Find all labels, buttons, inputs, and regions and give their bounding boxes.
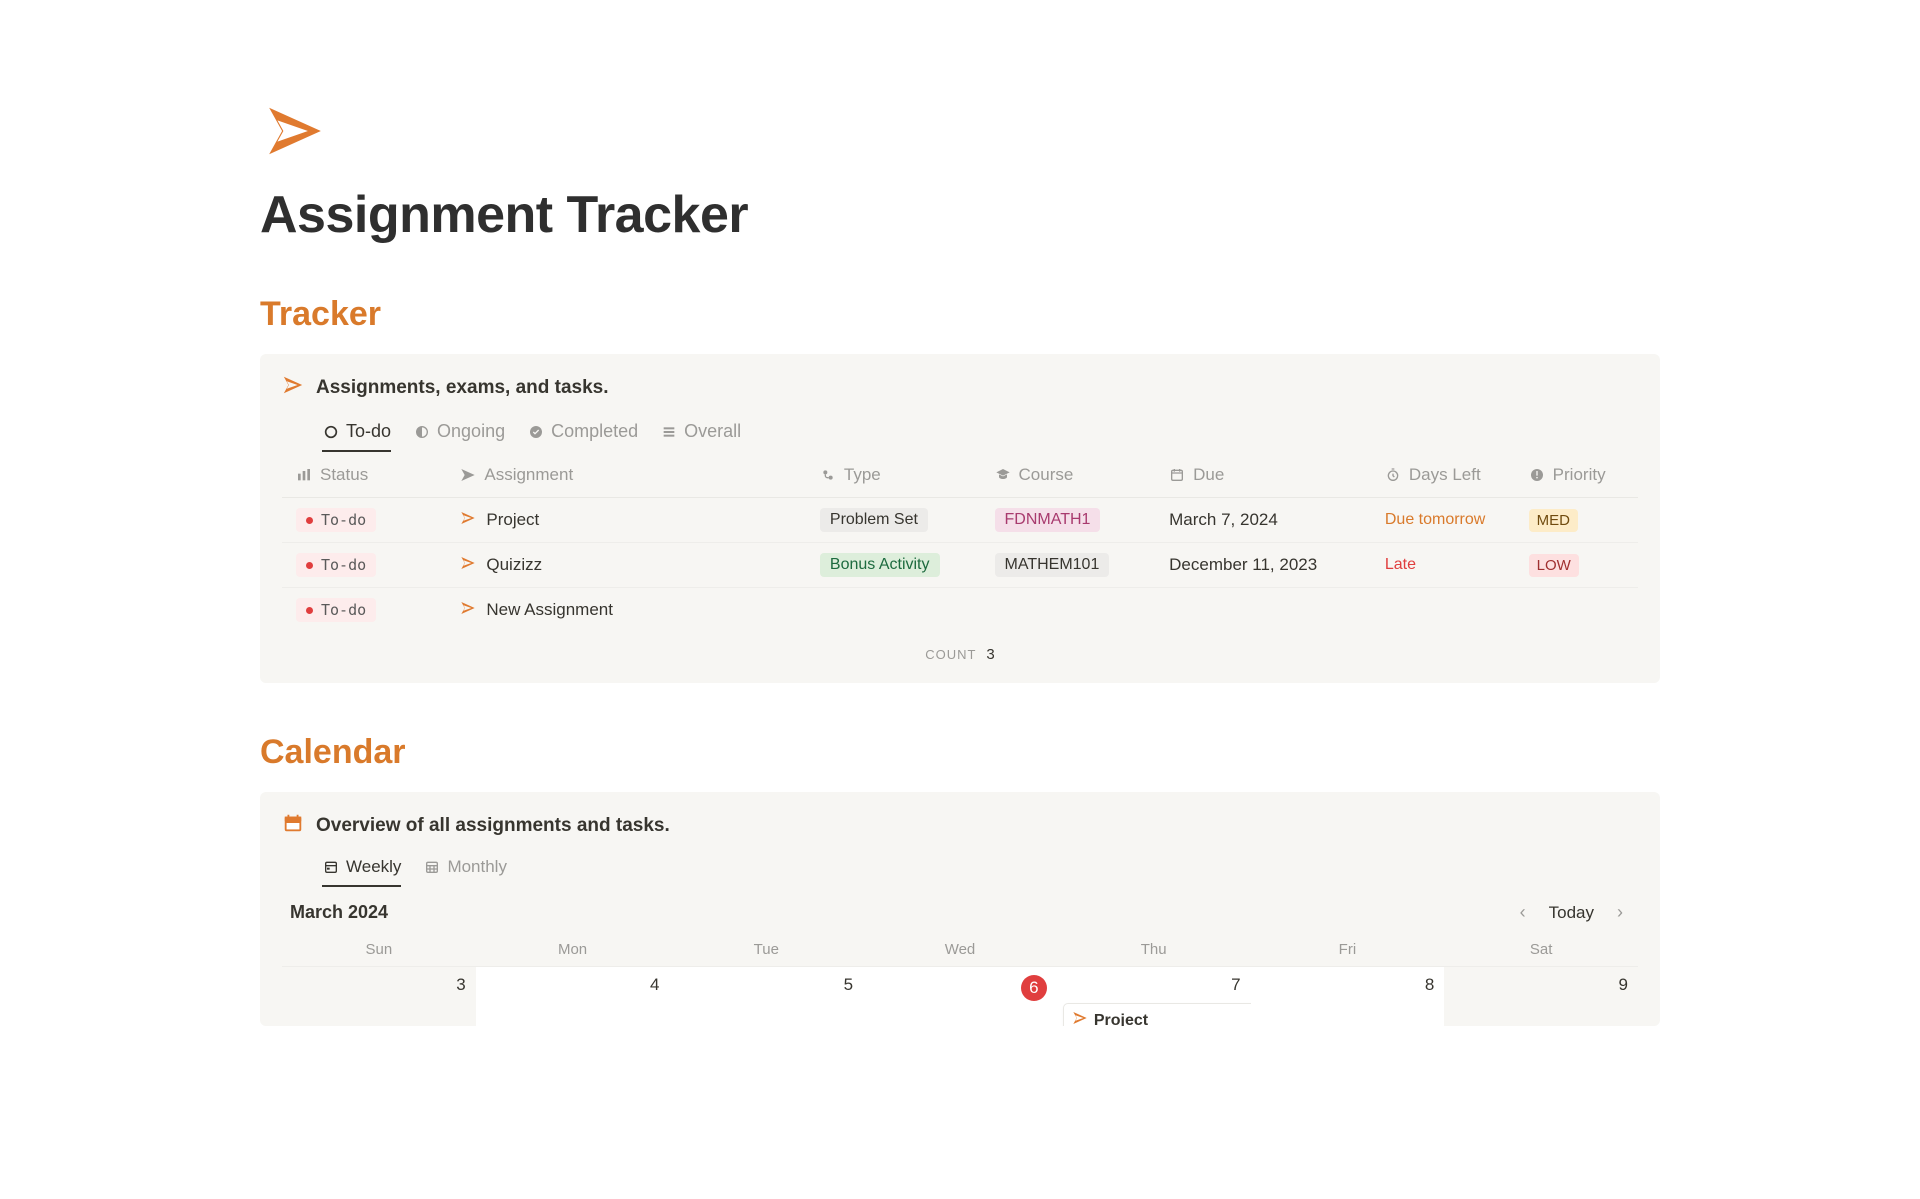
day-number: 9	[1619, 975, 1628, 995]
assignment-cell[interactable]: Quizizz	[460, 555, 792, 576]
calendar-month-label: March 2024	[290, 902, 388, 923]
calendar-description: Overview of all assignments and tasks.	[316, 815, 670, 837]
status-badge: To-do	[296, 553, 376, 577]
count-value: 3	[986, 646, 994, 663]
tab-label: Overall	[684, 421, 741, 442]
tracker-heading: Tracker	[260, 295, 1660, 334]
check-circle-icon	[527, 423, 545, 441]
course-tag: MATHEM101	[995, 553, 1110, 577]
col-days-left[interactable]: Days Left	[1371, 453, 1515, 498]
day-header: Sun	[282, 933, 476, 966]
day-header: Sat	[1444, 933, 1638, 966]
status-badge: To-do	[296, 598, 376, 622]
tracker-tabs: To-do Ongoing Completed Overall	[322, 415, 1638, 453]
status-icon	[296, 467, 312, 483]
due-cell	[1155, 588, 1371, 633]
calendar-month-icon	[423, 858, 441, 876]
paper-plane-icon	[460, 600, 476, 621]
tab-label: Ongoing	[437, 421, 505, 442]
tab-label: To-do	[346, 421, 391, 442]
col-due[interactable]: Due	[1155, 453, 1371, 498]
calendar-card: Overview of all assignments and tasks. W…	[260, 792, 1660, 1026]
calendar-cell[interactable]: 9	[1444, 966, 1638, 1026]
paper-plane-icon	[460, 467, 476, 483]
day-number: 6	[1021, 975, 1047, 1001]
priority-tag: LOW	[1529, 554, 1579, 577]
paper-plane-icon	[460, 510, 476, 531]
day-number: 4	[650, 975, 659, 995]
today-button[interactable]: Today	[1549, 903, 1594, 923]
calendar-cell[interactable]: 6	[863, 966, 1057, 1026]
tag-icon	[820, 467, 836, 483]
days-left: Due tomorrow	[1385, 511, 1485, 528]
list-icon	[660, 423, 678, 441]
calendar-tabs: Weekly Monthly	[322, 851, 1638, 888]
calendar-icon	[282, 812, 304, 839]
priority-tag: MED	[1529, 509, 1578, 532]
tab-label: Monthly	[447, 857, 507, 877]
half-circle-icon	[413, 423, 431, 441]
count-label: COUNT	[925, 647, 976, 662]
day-number: 8	[1425, 975, 1434, 995]
days-left: Late	[1385, 556, 1416, 573]
due-cell: March 7, 2024	[1155, 498, 1371, 543]
clock-icon	[1385, 467, 1401, 483]
graduation-icon	[995, 467, 1011, 483]
prev-week-button[interactable]: ‹	[1513, 902, 1533, 923]
day-header: Mon	[476, 933, 670, 966]
tab-label: Weekly	[346, 857, 401, 877]
paper-plane-icon	[260, 100, 1660, 167]
page-title: Assignment Tracker	[260, 185, 1660, 245]
day-number: 5	[844, 975, 853, 995]
assignment-cell[interactable]: New Assignment	[460, 600, 792, 621]
col-course[interactable]: Course	[981, 453, 1156, 498]
table-row[interactable]: To-do Quizizz Bonus Activity MATHEM101 Decem…	[282, 543, 1638, 588]
count-row: COUNT 3	[282, 632, 1638, 663]
calendar-cell[interactable]: 7ProjectFDNMATH1	[1057, 966, 1251, 1026]
col-type[interactable]: Type	[806, 453, 981, 498]
tab-completed[interactable]: Completed	[527, 415, 638, 452]
day-header: Wed	[863, 933, 1057, 966]
day-number: 7	[1231, 975, 1240, 995]
tab-monthly[interactable]: Monthly	[423, 851, 507, 887]
paper-plane-icon	[282, 374, 304, 401]
calendar-icon	[1169, 467, 1185, 483]
paper-plane-icon	[460, 555, 476, 576]
tab-overall[interactable]: Overall	[660, 415, 741, 452]
table-row[interactable]: To-do Project Problem Set FDNMATH1 March 7, …	[282, 498, 1638, 543]
tracker-description: Assignments, exams, and tasks.	[316, 377, 609, 399]
tab-ongoing[interactable]: Ongoing	[413, 415, 505, 452]
type-tag: Problem Set	[820, 508, 928, 532]
col-status[interactable]: Status	[282, 453, 446, 498]
course-tag: FDNMATH1	[995, 508, 1101, 532]
day-header: Thu	[1057, 933, 1251, 966]
calendar-cell[interactable]: 3	[282, 966, 476, 1026]
calendar-heading: Calendar	[260, 733, 1660, 772]
priority-icon	[1529, 467, 1545, 483]
assignments-table: Status Assignment Type Course Due Days L…	[282, 453, 1638, 632]
day-number: 3	[456, 975, 465, 995]
due-cell: December 11, 2023	[1155, 543, 1371, 588]
tab-todo[interactable]: To-do	[322, 415, 391, 452]
tab-weekly[interactable]: Weekly	[322, 851, 401, 887]
status-badge: To-do	[296, 508, 376, 532]
next-week-button[interactable]: ›	[1610, 902, 1630, 923]
calendar-cell[interactable]: 8	[1251, 966, 1445, 1026]
table-row[interactable]: To-do New Assignment	[282, 588, 1638, 633]
col-assignment[interactable]: Assignment	[446, 453, 806, 498]
tab-label: Completed	[551, 421, 638, 442]
calendar-week-icon	[322, 858, 340, 876]
paper-plane-icon	[1072, 1010, 1088, 1026]
type-tag: Bonus Activity	[820, 553, 940, 577]
col-priority[interactable]: Priority	[1515, 453, 1638, 498]
calendar-cell[interactable]: 5	[669, 966, 863, 1026]
assignment-cell[interactable]: Project	[460, 510, 792, 531]
circle-icon	[322, 423, 340, 441]
day-header: Tue	[669, 933, 863, 966]
day-header: Fri	[1251, 933, 1445, 966]
tracker-card: Assignments, exams, and tasks. To-do Ong…	[260, 354, 1660, 683]
calendar-cell[interactable]: 4	[476, 966, 670, 1026]
